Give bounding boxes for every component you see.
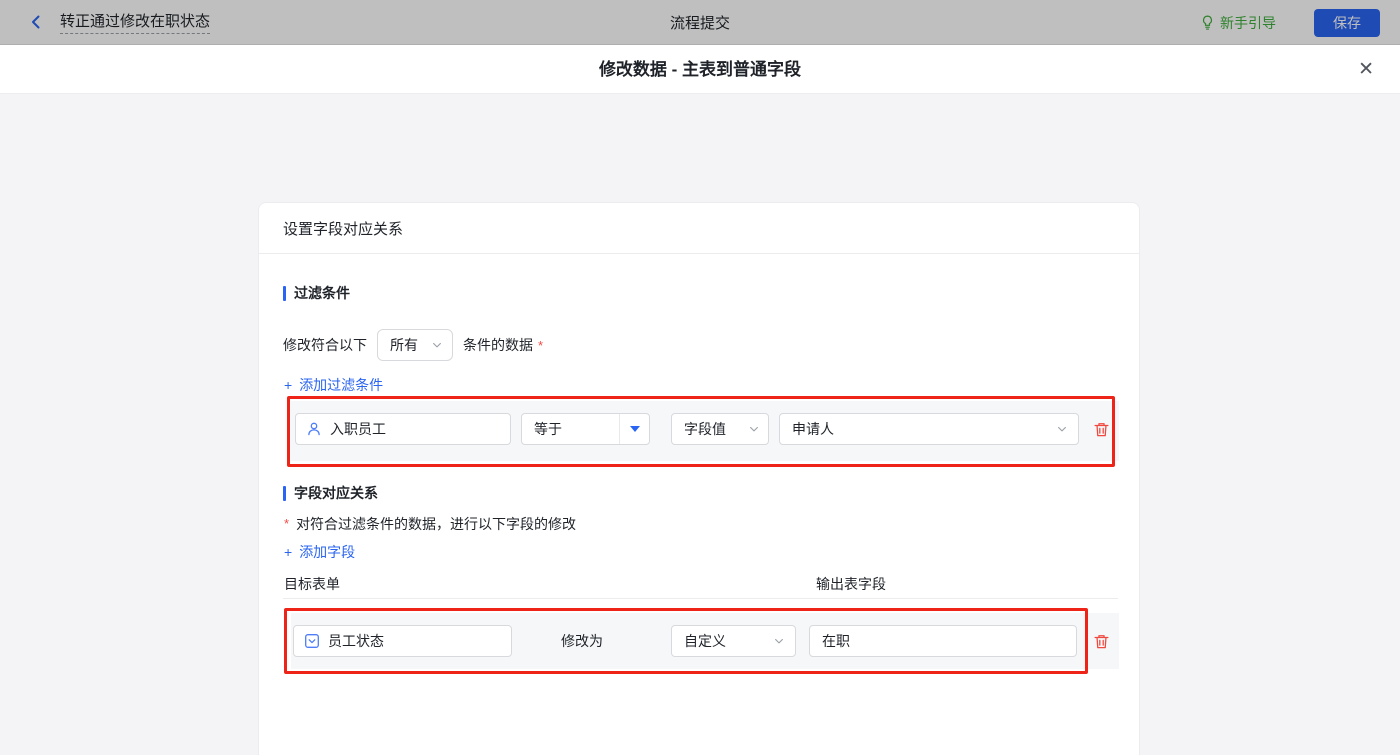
- mapping-description-text: 对符合过滤条件的数据，进行以下字段的修改: [296, 516, 577, 532]
- modal-body: 设置字段对应关系 过滤条件 修改符合以下 所有 条件的数据 * + 添加过滤条件…: [0, 94, 1400, 755]
- filter-value-type: 字段值: [684, 421, 726, 437]
- modal-header: 修改数据 - 主表到普通字段 ✕: [0, 45, 1400, 94]
- add-field-link[interactable]: + 添加字段: [284, 542, 355, 562]
- mapping-value-type: 自定义: [684, 633, 726, 649]
- filter-value: 申请人: [792, 421, 834, 437]
- add-filter-condition-label: 添加过滤条件: [299, 377, 384, 393]
- modal-dim-overlay: [0, 0, 1400, 45]
- mapping-section-title: 字段对应关系: [283, 483, 378, 503]
- mapping-value-input[interactable]: 在职: [809, 625, 1077, 657]
- mapping-field-value: 员工状态: [328, 633, 384, 649]
- modify-to-label: 修改为: [561, 633, 603, 649]
- mapping-field-select[interactable]: 员工状态: [293, 625, 512, 657]
- column-header-output-field: 输出表字段: [816, 576, 886, 592]
- required-asterisk: *: [538, 337, 544, 353]
- filter-section-label: 过滤条件: [294, 285, 350, 301]
- filter-operator-value: 等于: [534, 421, 562, 437]
- mapping-description: * 对符合过滤条件的数据，进行以下字段的修改: [284, 514, 576, 534]
- add-field-label: 添加字段: [299, 544, 356, 560]
- person-icon: [306, 421, 322, 437]
- chevron-down-icon: [433, 342, 441, 348]
- trash-icon: [1093, 634, 1109, 648]
- condition-mode-value: 所有: [390, 337, 418, 353]
- mapping-value: 在职: [822, 633, 850, 649]
- filter-field-select[interactable]: 入职员工: [295, 413, 511, 445]
- divider: [283, 598, 1118, 599]
- trash-icon: [1093, 422, 1109, 436]
- condition-suffix-label: 条件的数据: [463, 337, 533, 353]
- condition-mode-select[interactable]: 所有: [377, 329, 453, 361]
- filter-field-value: 入职员工: [330, 421, 386, 437]
- chevron-down-icon: [750, 426, 758, 432]
- section-accent-bar: [283, 285, 286, 301]
- filter-value-select[interactable]: 申请人: [779, 413, 1079, 445]
- delete-filter-row-button[interactable]: [1091, 419, 1111, 439]
- settings-card: 设置字段对应关系 过滤条件 修改符合以下 所有 条件的数据 * + 添加过滤条件…: [258, 202, 1140, 755]
- delete-mapping-row-button[interactable]: [1091, 631, 1111, 651]
- condition-prefix-label: 修改符合以下: [283, 337, 367, 353]
- modal-title: 修改数据 - 主表到普通字段: [598, 60, 802, 79]
- close-icon[interactable]: ✕: [1358, 45, 1374, 94]
- plus-icon: +: [284, 544, 293, 560]
- filter-section-title: 过滤条件: [283, 283, 350, 303]
- add-filter-condition-link[interactable]: + 添加过滤条件: [284, 375, 383, 395]
- mapping-value-type-select[interactable]: 自定义: [671, 625, 796, 657]
- chevron-down-icon: [1058, 426, 1066, 432]
- app-root: 转正通过修改在职状态 流程提交 新手引导 保存 修改数据 - 主表到普通字段 ✕…: [0, 0, 1400, 755]
- card-title: 设置字段对应关系: [283, 221, 404, 238]
- filter-operator-select[interactable]: 等于: [521, 413, 650, 445]
- filter-value-type-select[interactable]: 字段值: [671, 413, 769, 445]
- divider: [259, 253, 1139, 254]
- section-accent-bar: [283, 485, 286, 501]
- filter-condition-row: 修改符合以下 所有 条件的数据 *: [283, 329, 543, 361]
- select-field-icon: [304, 633, 320, 649]
- plus-icon: +: [284, 377, 293, 393]
- column-header-target-form: 目标表单: [284, 576, 340, 592]
- required-asterisk: *: [284, 516, 290, 531]
- chevron-down-icon: [775, 638, 783, 644]
- mapping-section-label: 字段对应关系: [294, 485, 378, 501]
- caret-down-icon[interactable]: [619, 414, 649, 444]
